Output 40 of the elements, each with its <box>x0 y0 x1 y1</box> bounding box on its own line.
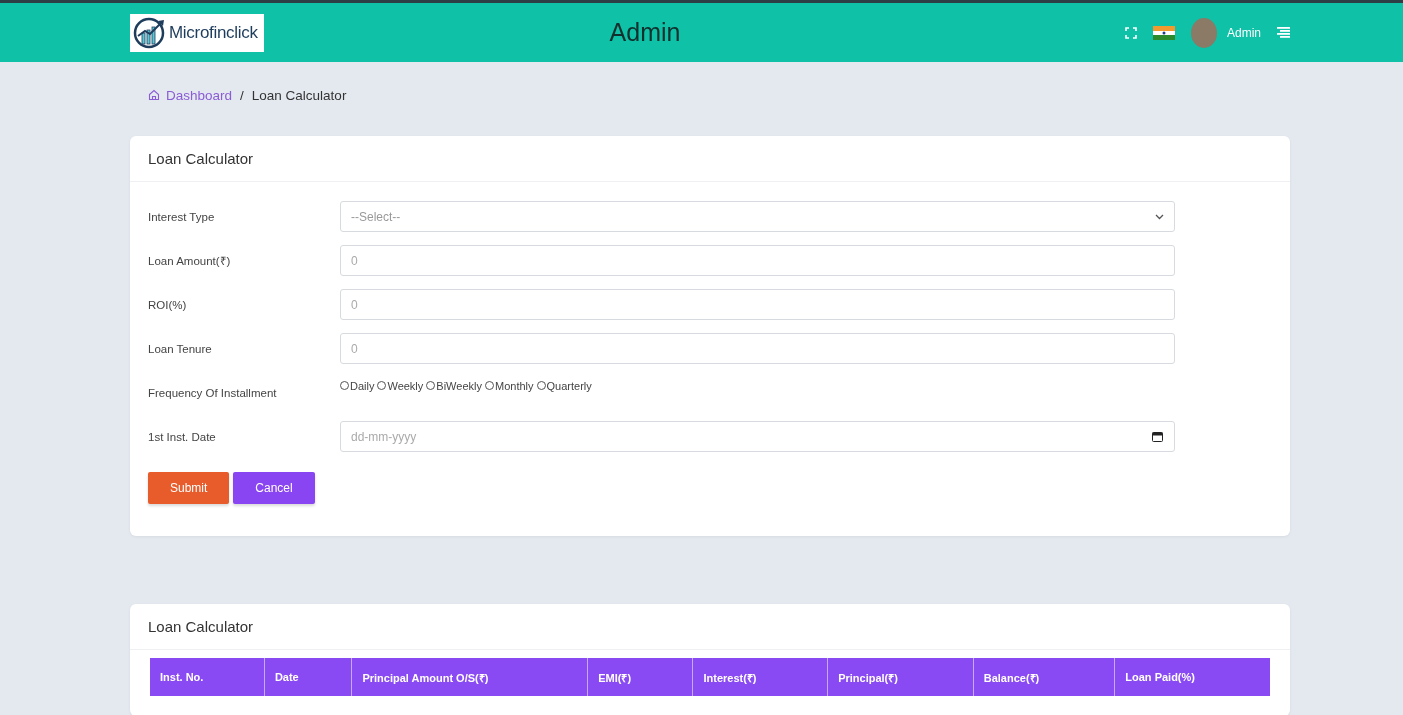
fullscreen-icon[interactable] <box>1125 26 1137 39</box>
page-title: Admin <box>609 18 681 46</box>
radio-option[interactable]: Monthly <box>485 379 534 392</box>
column-header: Balance(₹) <box>973 658 1115 696</box>
radio-option[interactable]: Weekly <box>377 379 424 392</box>
card-title: Loan Calculator <box>130 136 1290 182</box>
home-icon <box>148 89 160 101</box>
menu-icon[interactable] <box>1277 27 1290 38</box>
breadcrumb-separator: / <box>240 87 244 103</box>
calendar-icon[interactable] <box>1152 431 1163 442</box>
chevron-down-icon <box>1155 213 1164 220</box>
field-label: Frequency Of Installment <box>148 386 278 399</box>
card-title: Loan Calculator <box>130 604 1290 650</box>
column-header: Principal(₹) <box>827 658 974 696</box>
date-field[interactable]: dd-mm-yyyy <box>340 421 1175 452</box>
column-header: Inst. No. <box>150 658 265 696</box>
chart-logo-icon <box>133 15 167 50</box>
field-label: Loan Tenure <box>148 342 213 355</box>
field-label: Loan Amount(₹) <box>148 254 232 268</box>
input-field[interactable]: 0 <box>340 289 1175 320</box>
input-field[interactable]: 0 <box>340 333 1175 364</box>
flag-icon[interactable] <box>1153 25 1175 40</box>
submit-button[interactable]: Submit <box>148 472 230 504</box>
logo-text: Microfinclick <box>169 22 258 43</box>
field-label: 1st Inst. Date <box>148 430 217 443</box>
cancel-button[interactable]: Cancel <box>233 472 315 504</box>
radio-option[interactable]: Daily <box>340 379 375 392</box>
logo[interactable]: Microfinclick <box>130 13 264 52</box>
radio-option[interactable]: Quarterly <box>536 379 592 392</box>
column-header: Principal Amount O/S(₹) <box>351 658 588 696</box>
field-label: ROI(%) <box>148 298 188 311</box>
column-header: Date <box>264 658 352 696</box>
input-field[interactable]: 0 <box>340 245 1175 276</box>
breadcrumb-current: Loan Calculator <box>251 87 347 103</box>
column-header: Interest(₹) <box>692 658 828 696</box>
field-label: Interest Type <box>148 210 216 223</box>
breadcrumb-link[interactable]: Dashboard <box>148 87 233 103</box>
column-header: EMI(₹) <box>587 658 693 696</box>
radio-option[interactable]: BiWeekly <box>426 379 482 392</box>
column-header: Loan Paid(%) <box>1114 658 1270 696</box>
